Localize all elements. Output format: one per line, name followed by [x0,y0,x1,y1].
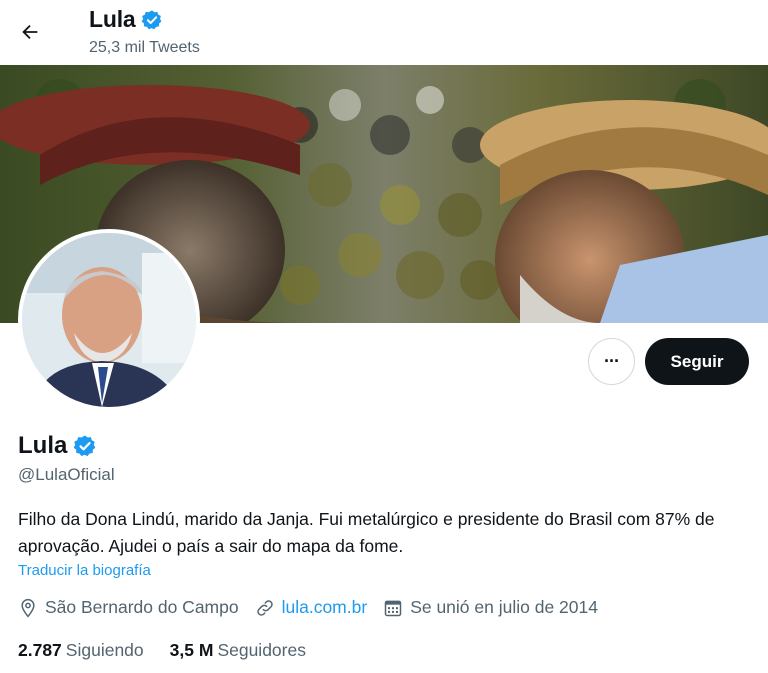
profile-handle: @LulaOficial [18,465,115,484]
profile-avatar[interactable] [18,229,200,411]
more-options-button[interactable]: ··· [588,338,635,385]
following-link[interactable]: 2.787 Siguiendo [18,640,144,661]
arrow-left-icon [22,24,38,40]
profile-header-bar: Lula 25,3 mil Tweets [0,0,768,64]
profile-meta: São Bernardo do Campo lula.com.br Se uni… [18,597,614,618]
header-name: Lula [89,6,136,32]
link-icon [256,599,273,616]
verified-badge-icon [142,9,162,29]
website-link[interactable]: lula.com.br [282,597,368,618]
profile-stats: 2.787 Siguiendo 3,5 M Seguidores [18,640,332,661]
website-item: lula.com.br [255,597,368,618]
location-text: São Bernardo do Campo [45,597,239,617]
verified-badge-icon [74,435,96,457]
following-label: Siguiendo [65,640,144,660]
location-item: São Bernardo do Campo [18,597,239,618]
followers-count: 3,5 M [169,640,214,660]
followers-link[interactable]: 3,5 M Seguidores [170,640,306,661]
calendar-icon [384,600,402,616]
followers-label: Seguidores [217,640,306,660]
more-dots-icon: ··· [604,351,620,371]
joined-item: Se unió en julio de 2014 [383,597,598,618]
profile-bio: Filho da Dona Lindú, marido da Janja. Fu… [18,509,715,556]
back-button[interactable] [10,12,50,52]
avatar-image [22,233,196,407]
translate-bio-link[interactable]: Traducir la biografía [18,562,151,579]
tweet-count: 25,3 mil Tweets [89,39,200,56]
following-count: 2.787 [18,640,62,660]
location-pin-icon [21,598,35,617]
follow-button[interactable]: Seguir [645,338,749,385]
joined-text: Se unió en julio de 2014 [410,597,598,617]
profile-name: Lula [18,432,68,459]
